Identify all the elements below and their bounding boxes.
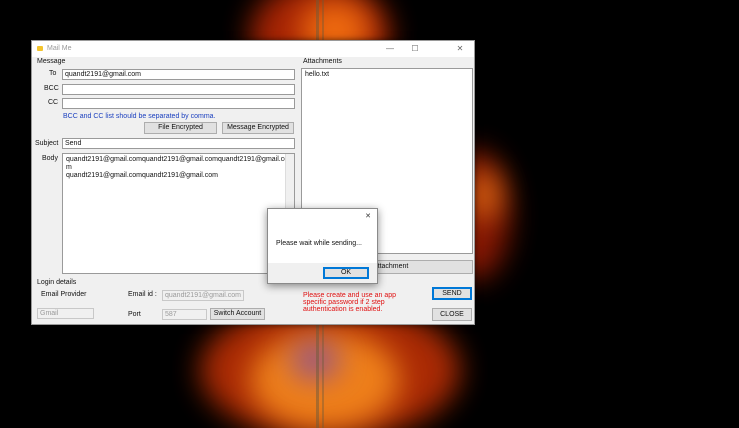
minimize-button[interactable]: — [378, 43, 402, 55]
attachments-section-label: Attachments [303, 58, 342, 65]
bcc-label: BCC [44, 85, 59, 92]
send-button[interactable]: SEND [432, 287, 472, 300]
body-line: quandt2191@gmail.comquandt2191@gmail.com [66, 172, 218, 179]
file-encrypted-button[interactable]: File Encrypted [144, 122, 217, 134]
cc-field[interactable] [62, 98, 295, 109]
to-field[interactable]: quandt2191@gmail.com [62, 69, 295, 80]
bcc-field[interactable] [62, 84, 295, 95]
attachment-item[interactable]: hello.txt [302, 69, 472, 80]
add-attachment-label: ttachment [377, 263, 409, 270]
body-label: Body [42, 155, 58, 162]
mail-me-window: Mail Me — ☐ ✕ Message To quandt2191@gmai… [31, 40, 475, 325]
app-password-warning: Please create and use an app specific pa… [303, 292, 397, 313]
close-button[interactable]: CLOSE [432, 308, 472, 321]
close-window-button[interactable]: ✕ [448, 43, 472, 55]
login-section-label: Login details [37, 279, 77, 286]
message-section-label: Message [37, 58, 66, 65]
email-provider-select[interactable]: Gmail [37, 308, 94, 319]
cc-label: CC [48, 99, 59, 106]
body-textarea[interactable]: quandt2191@gmail.comquandt2191@gmail.com… [62, 153, 295, 274]
window-title: Mail Me [47, 45, 72, 52]
email-id-label: Email id : [128, 291, 157, 298]
maximize-button[interactable]: ☐ [403, 43, 427, 55]
port-label: Port [128, 311, 141, 318]
sending-dialog: ✕ Please wait while sending... OK [267, 208, 378, 284]
message-encrypted-button[interactable]: Message Encrypted [222, 122, 294, 134]
separator-hint: BCC and CC list should be separated by c… [63, 113, 216, 120]
port-field[interactable]: 587 [162, 309, 207, 320]
folder-icon [37, 46, 43, 51]
subject-field[interactable]: Send [62, 138, 295, 149]
dialog-ok-button[interactable]: OK [323, 267, 369, 279]
dialog-footer: OK [268, 263, 377, 283]
subject-label: Subject [35, 140, 59, 147]
body-line: m [66, 164, 72, 171]
dialog-message: Please wait while sending... [276, 240, 362, 247]
dialog-close-icon[interactable]: ✕ [365, 212, 371, 220]
body-line: quandt2191@gmail.comquandt2191@gmail.com… [66, 156, 289, 163]
title-bar: Mail Me — ☐ ✕ [32, 41, 474, 57]
switch-account-button[interactable]: Switch Account [210, 308, 265, 320]
to-label: To [49, 70, 57, 77]
email-provider-label: Email Provider [41, 291, 87, 298]
email-id-field[interactable]: quandt2191@gmail.com [162, 290, 244, 301]
